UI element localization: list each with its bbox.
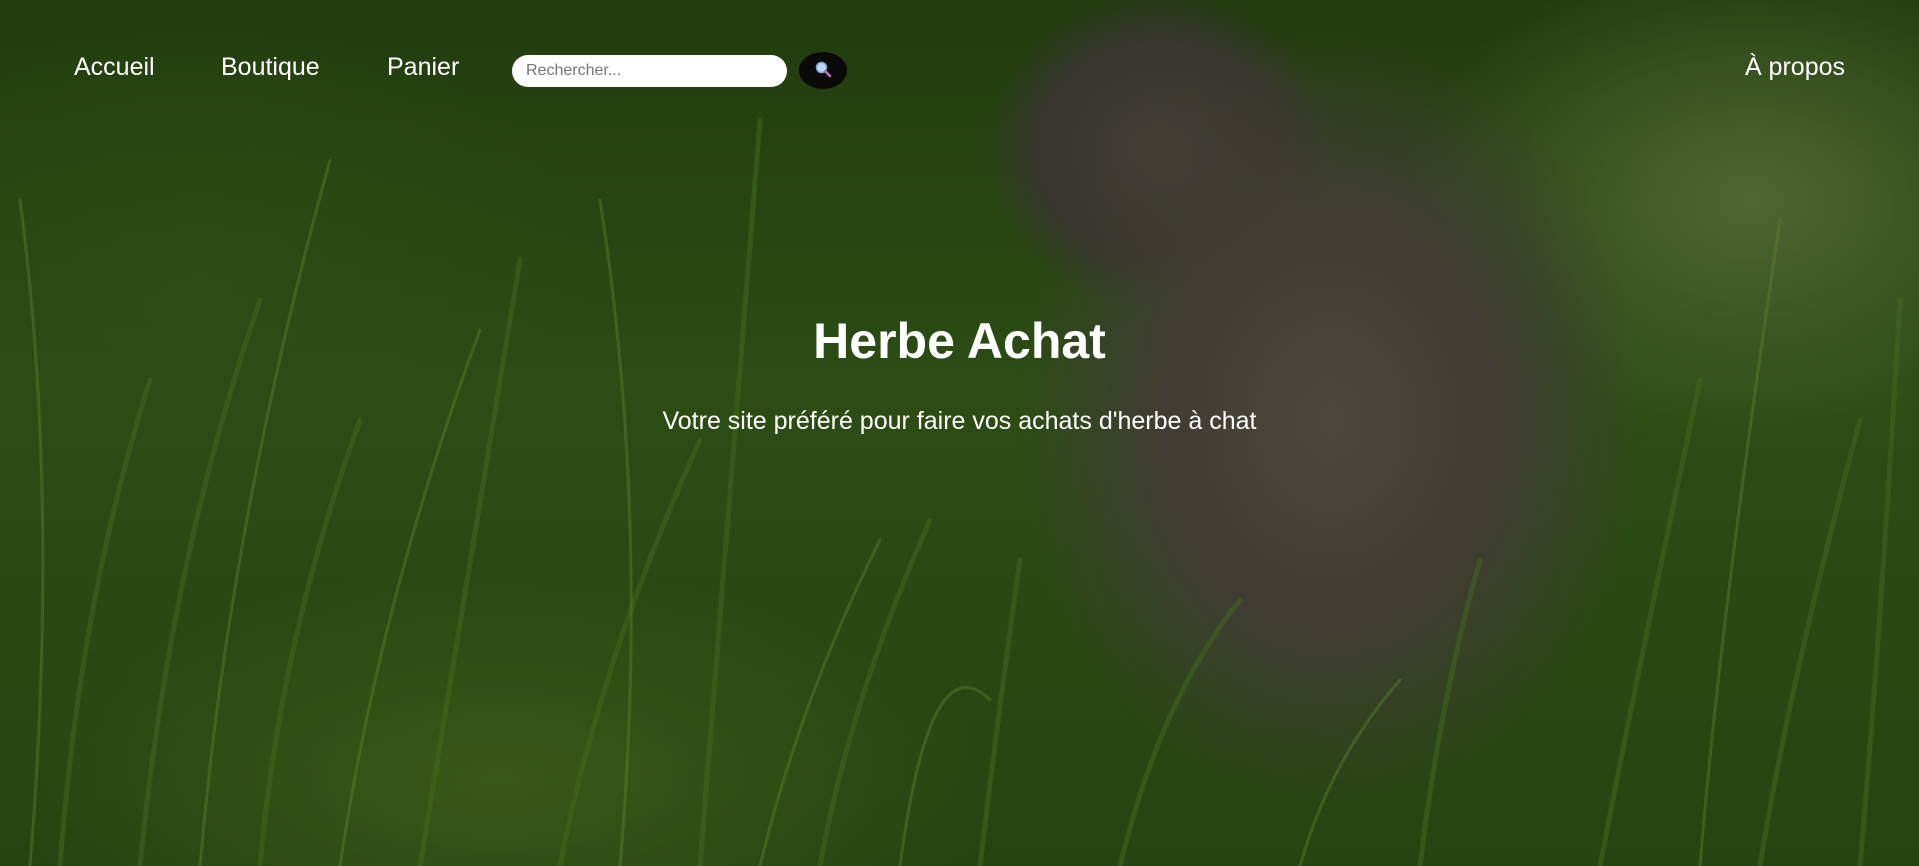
nav-link-boutique[interactable]: Boutique [221,53,320,82]
search-button[interactable] [799,52,847,89]
search-input[interactable] [512,55,787,87]
hero-title: Herbe Achat [813,313,1106,369]
nav-link-about[interactable]: À propos [1745,53,1845,82]
nav-link-accueil[interactable]: Accueil [74,53,155,82]
nav-link-panier[interactable]: Panier [387,53,459,82]
search-icon [814,60,832,81]
hero-subtitle: Votre site préféré pour faire vos achats… [662,407,1257,435]
main-navigation: Accueil Boutique Panier À propos [0,0,1919,140]
